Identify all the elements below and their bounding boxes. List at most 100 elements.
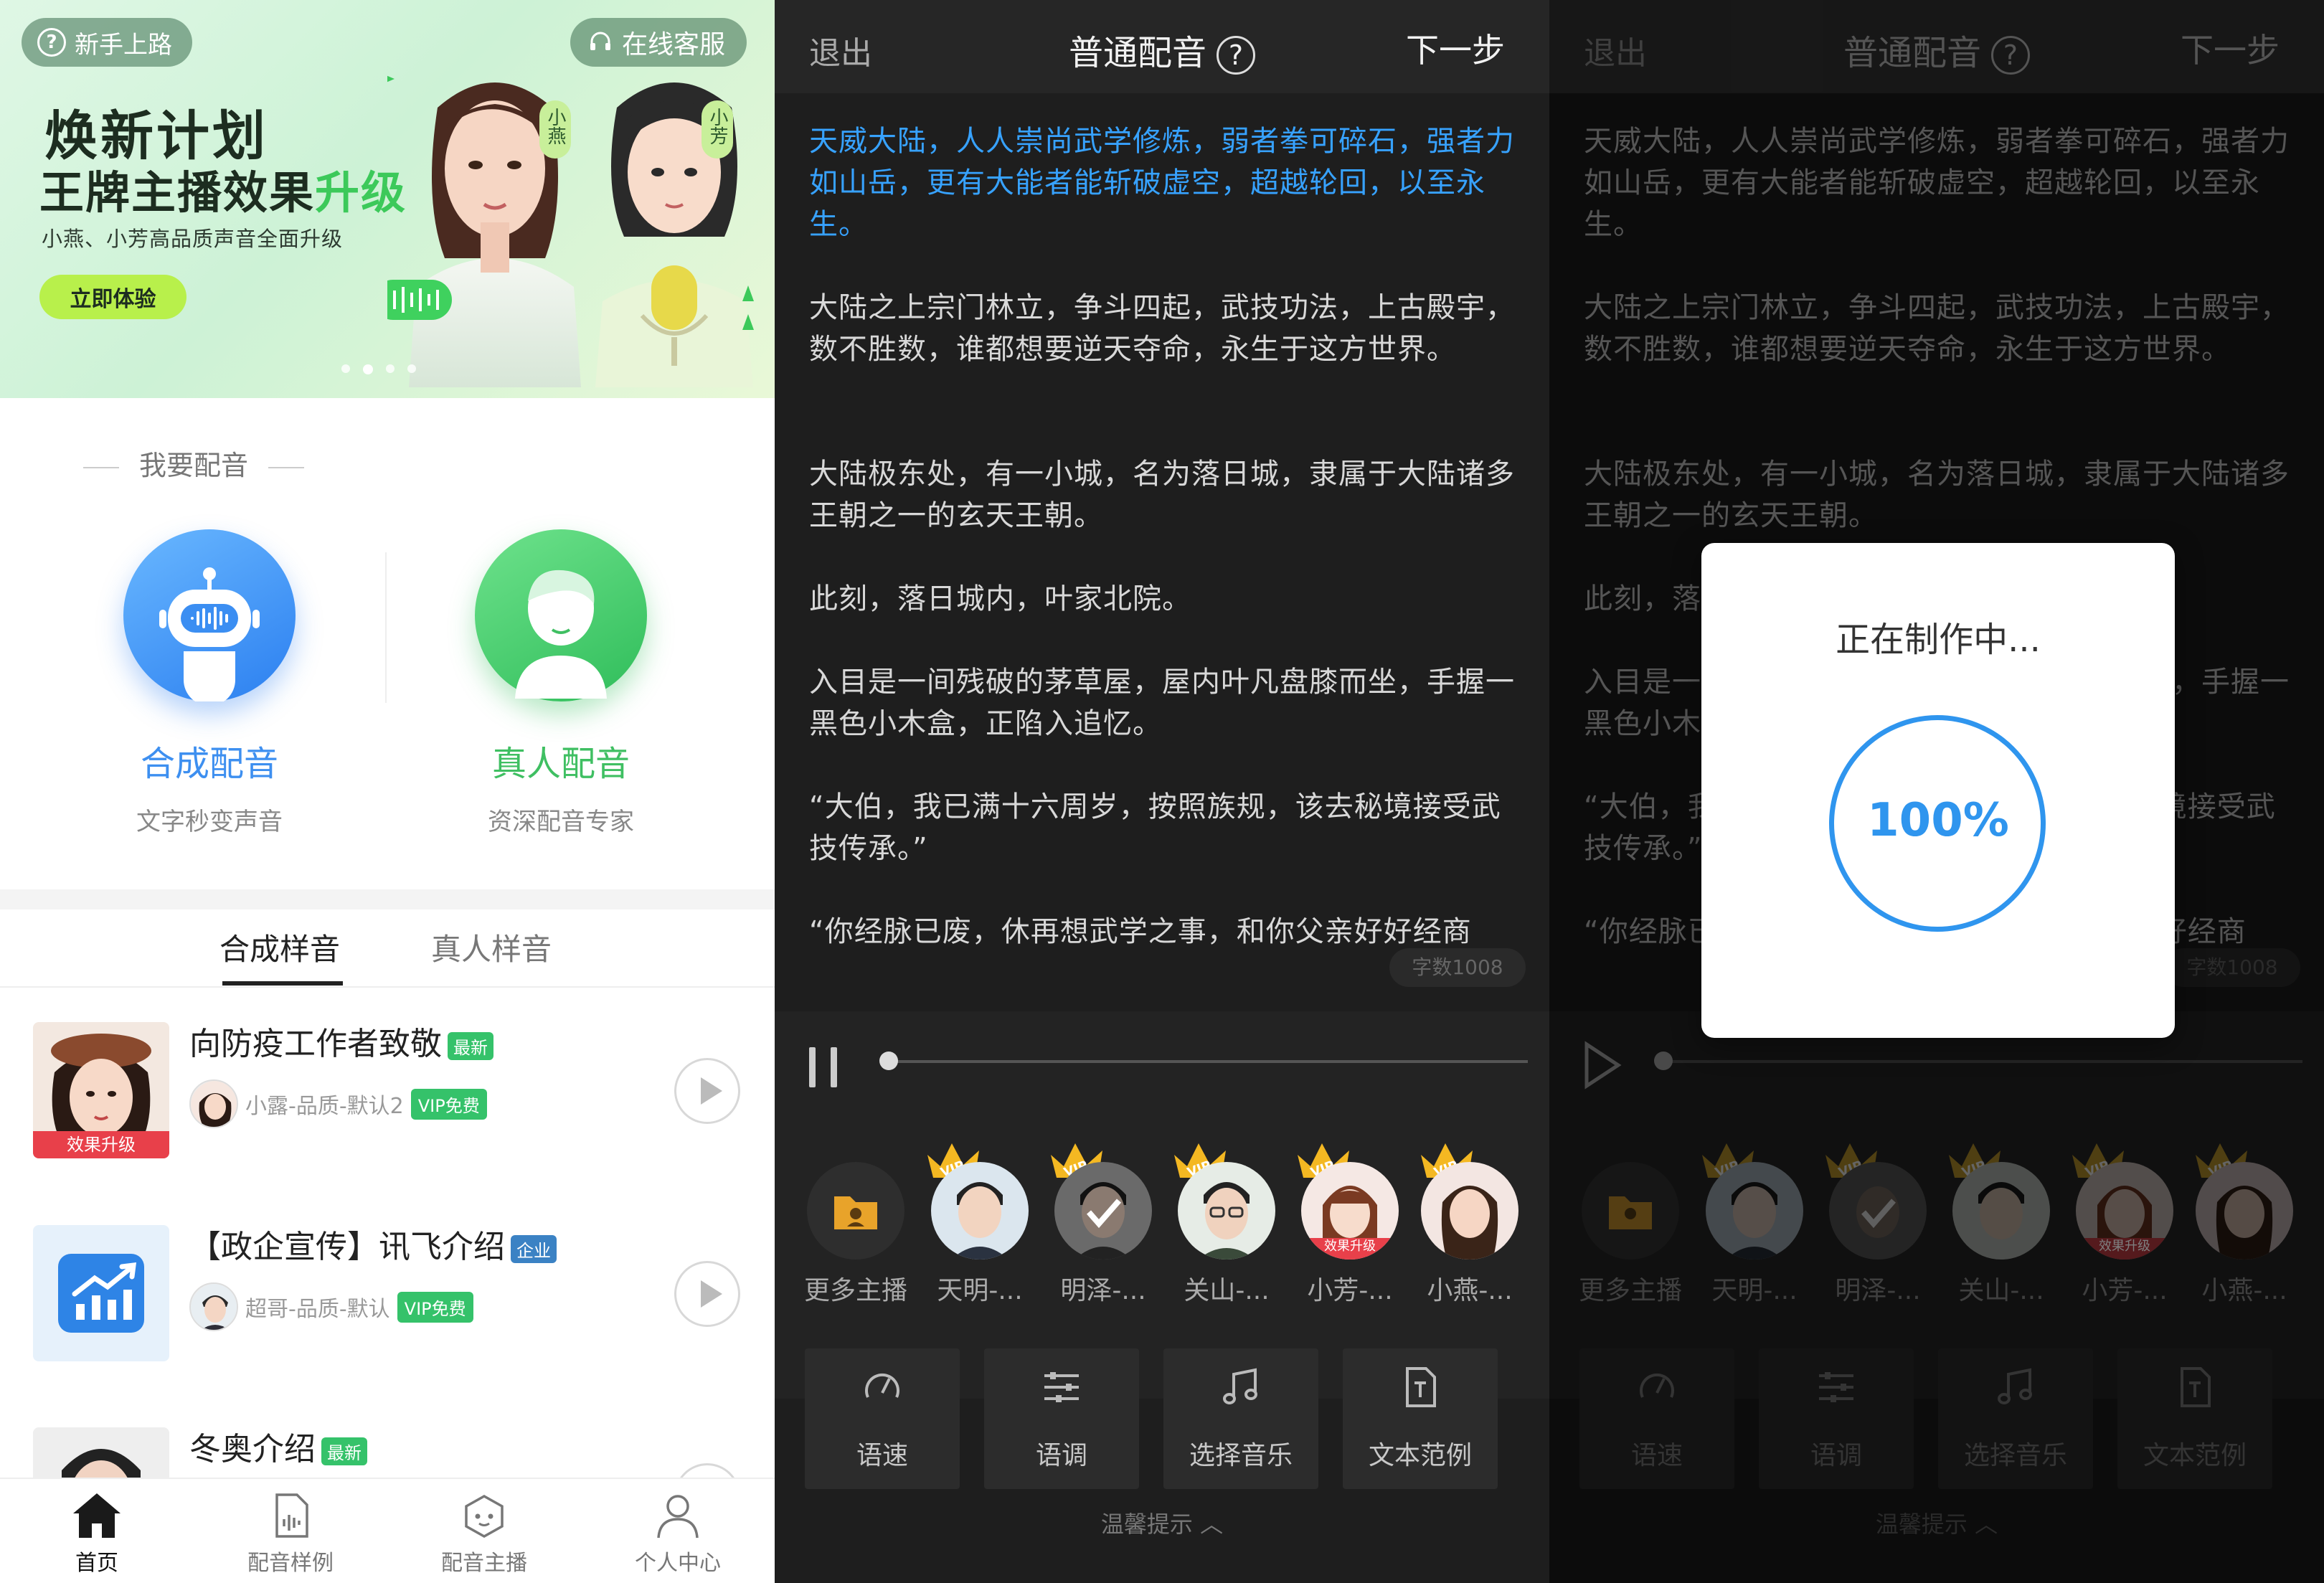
author-avatar	[189, 1079, 238, 1128]
banner-characters-illustration	[387, 75, 754, 387]
progress-knob[interactable]	[879, 1052, 898, 1070]
page-title-text: 普通配音	[1068, 33, 1206, 73]
music-tool[interactable]: 选择音乐	[1163, 1348, 1318, 1489]
robot-icon	[159, 567, 260, 706]
host-avatar	[931, 1162, 1029, 1260]
sample-title[interactable]: 【政企宣传】讯飞介绍 企业	[189, 1221, 557, 1267]
tips-label: 温馨提示	[1100, 1511, 1193, 1538]
tab-synthetic-samples[interactable]: 合成样音	[194, 925, 366, 969]
question-icon: ?	[37, 28, 66, 57]
text-paragraph[interactable]: 此刻，落日城内，叶家北院。	[809, 578, 1526, 620]
text-sample-tool[interactable]: 文本范例	[1343, 1348, 1498, 1489]
host-item[interactable]: VIP 小燕-...	[1420, 1143, 1520, 1307]
new-badge: 最新	[321, 1437, 367, 1465]
chart-logo-icon	[58, 1254, 144, 1333]
host-item-selected[interactable]: VIP 明泽-...	[1049, 1143, 1157, 1307]
active-tab-underline	[222, 981, 343, 986]
sample-thumbnail: 效果升级	[33, 1022, 169, 1158]
banner-subtitle: 小燕、小芳高品质声音全面升级	[42, 227, 344, 251]
synthetic-dubbing-label[interactable]: 合成配音	[86, 735, 333, 785]
play-button[interactable]	[674, 1261, 740, 1327]
host-name-tag-left: 小燕	[539, 100, 571, 159]
try-now-button[interactable]: 立即体验	[39, 275, 186, 319]
human-dubbing-label[interactable]: 真人配音	[438, 735, 684, 785]
author-avatar-image	[191, 1284, 237, 1330]
carousel-dot[interactable]	[386, 364, 395, 373]
text-paragraph[interactable]: “你经脉已废，休再想武学之事，和你父亲好好经商	[809, 911, 1526, 953]
more-hosts-label: 更多主播	[803, 1276, 907, 1305]
tips-toggle[interactable]: 温馨提示 ︿	[775, 1506, 1549, 1539]
processing-title: 正在制作中...	[1836, 620, 2041, 660]
newbie-guide-label: 新手上路	[75, 30, 172, 60]
play-button[interactable]	[674, 1463, 740, 1478]
host-name-tag-right: 小芳	[702, 100, 733, 159]
document-audio-icon	[275, 1493, 308, 1538]
text-paragraph[interactable]: 大陆之上宗门林立，争斗四起，武技功法，上古殿宇，数不胜数，谁都想要逆天夺命，永生…	[809, 287, 1526, 370]
carousel-dot[interactable]	[407, 364, 416, 373]
enterprise-badge: 企业	[511, 1234, 557, 1263]
carousel-dots[interactable]	[341, 364, 416, 374]
nav-home[interactable]: 首页	[0, 1479, 194, 1583]
divider	[268, 466, 304, 468]
promo-banner[interactable]: ? 新手上路 在线客服 焕新计划 王牌主播效果升级 小燕、小芳高品质声音全面升级…	[0, 0, 775, 398]
nav-profile[interactable]: 个人中心	[581, 1479, 775, 1583]
author-name: 小露-品质-默认2	[245, 1094, 404, 1119]
sample-thumbnail	[33, 1225, 169, 1361]
host-item[interactable]: VIP 关山-...	[1173, 1143, 1280, 1307]
text-paragraph[interactable]: 入目是一间残破的茅草屋，屋内叶凡盘膝而坐，手握一黑色小木盒，正陷入追忆。	[809, 661, 1526, 745]
bottom-navigation: 首页 配音样例 配音主播 个人中心	[0, 1478, 775, 1583]
nav-samples[interactable]: 配音样例	[194, 1479, 387, 1583]
banner-headline: 王牌主播效果升级	[39, 156, 407, 221]
host-avatar-image	[1198, 1182, 1255, 1260]
tab-human-samples[interactable]: 真人样音	[402, 925, 581, 969]
carousel-dot-active[interactable]	[363, 364, 373, 374]
sample-item[interactable]: 效果升级 向防疫工作者致敬 最新 小露-品质-默认2 VIP免费	[0, 1022, 775, 1216]
text-paragraph[interactable]: “大伯，我已满十六周岁，按照族规，该去秘境接受武技传承。”	[809, 786, 1526, 869]
speed-tool[interactable]: 语速	[805, 1348, 960, 1489]
text-paragraph-highlighted[interactable]: 天威大陆，人人崇尚武学修炼，弱者拳可碎石，强者力如山岳，更有大能者能斩破虚空，超…	[809, 121, 1526, 245]
speedometer-icon	[865, 1373, 899, 1398]
sample-title[interactable]: 冬奥介绍 最新	[189, 1427, 367, 1469]
host-name: 小燕-...	[1427, 1276, 1513, 1305]
next-step-button[interactable]: 下一步	[1406, 24, 1505, 72]
play-button[interactable]	[674, 1058, 740, 1124]
host-item[interactable]: VIP 天明-...	[926, 1143, 1034, 1307]
help-icon[interactable]: ?	[1217, 36, 1255, 75]
pitch-tool[interactable]: 语调	[984, 1348, 1139, 1489]
top-bar: 退出 普通配音? 下一步	[775, 0, 1549, 93]
speed-label: 语速	[856, 1441, 908, 1470]
pause-icon	[809, 1047, 816, 1087]
more-hosts-button[interactable]: 更多主播	[802, 1162, 910, 1307]
carousel-dot[interactable]	[341, 364, 350, 373]
progress-percent: 100%	[1867, 794, 2009, 847]
pause-button[interactable]	[809, 1047, 845, 1087]
music-label: 选择音乐	[1189, 1441, 1293, 1470]
host-name: 小芳-...	[1307, 1276, 1393, 1305]
pitch-label: 语调	[1035, 1441, 1087, 1470]
sample-title[interactable]: 向防疫工作者致敬 最新	[189, 1018, 493, 1064]
nav-hosts[interactable]: 配音主播	[387, 1479, 581, 1583]
processing-dialog: 正在制作中... 100%	[1701, 543, 2175, 1038]
man-avatar-illustration	[62, 1449, 141, 1478]
host-name-tag-left-text: 小燕	[544, 108, 566, 145]
vip-free-badge: VIP免费	[397, 1291, 473, 1323]
human-dubbing-button[interactable]	[475, 529, 647, 701]
author-avatar	[189, 1282, 238, 1331]
vip-free-badge: VIP免费	[410, 1088, 487, 1120]
synthetic-dubbing-desc: 文字秒变声音	[136, 808, 283, 836]
text-paragraph[interactable]: 大陆极东处，有一小城，名为落日城，隶属于大陆诸多王朝之一的玄天王朝。	[809, 453, 1526, 537]
host-name-tag-right-text: 小芳	[707, 108, 728, 145]
progress-track[interactable]	[889, 1060, 1528, 1063]
sample-meta: 超哥-品质-默认 VIP免费	[189, 1282, 473, 1331]
sample-thumbnail	[33, 1427, 169, 1478]
newbie-guide-button[interactable]: ? 新手上路	[22, 18, 192, 67]
author-avatar-image	[191, 1081, 237, 1127]
tab-divider	[0, 986, 775, 988]
sample-item[interactable]: 【政企宣传】讯飞介绍 企业 超哥-品质-默认 VIP免费	[0, 1225, 775, 1419]
chevron-up-icon: ︿	[1200, 1511, 1224, 1538]
sample-item[interactable]: 冬奥介绍 最新	[0, 1427, 775, 1478]
host-name: 明泽-...	[1060, 1276, 1146, 1305]
editor-screen: 退出 普通配音? 下一步 天威大陆，人人崇尚武学修炼，弱者拳可碎石，强者力如山岳…	[775, 0, 1549, 1583]
host-item[interactable]: VIP 效果升级 小芳-...	[1296, 1143, 1404, 1307]
synthetic-dubbing-button[interactable]	[123, 529, 296, 706]
